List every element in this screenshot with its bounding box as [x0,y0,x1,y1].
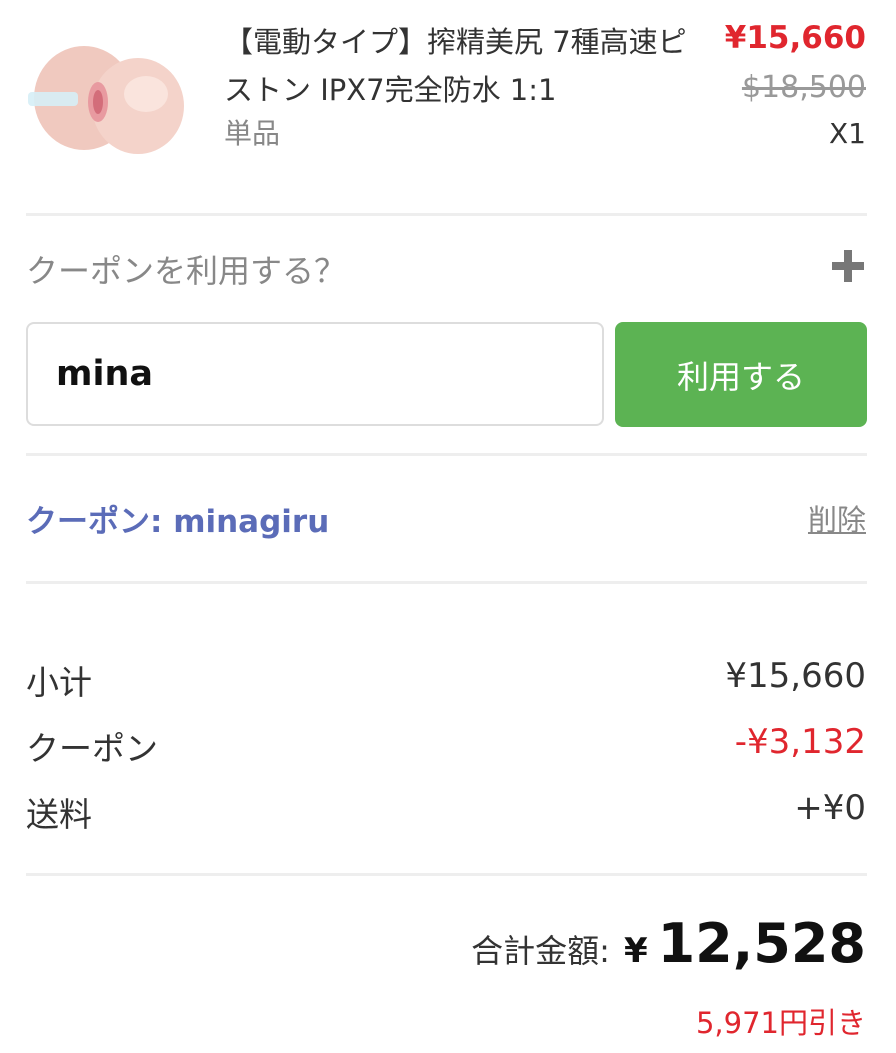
product-quantity: X1 [829,117,866,150]
shipping-label: 送料 [26,795,92,834]
total-currency: ¥ [623,931,648,971]
product-original-price: $18,500 [741,70,866,105]
divider [26,581,867,584]
subtotal-label: 小计 [26,663,92,702]
subtotal-value: ¥15,660 [725,656,866,696]
divider [26,453,867,456]
shipping-value: +¥0 [794,788,866,828]
coupon-toggle-label[interactable]: クーポンを利用する？ [26,246,346,292]
remove-coupon-link[interactable]: 削除 [808,497,866,539]
product-thumbnail[interactable] [26,36,184,156]
total-label: 合計金額: [471,932,610,970]
product-price: ¥15,660 [724,20,866,56]
divider [26,873,867,876]
total-value: 12,528 [657,912,866,975]
product-variant: 単品 [224,117,281,150]
apply-coupon-button[interactable]: 利用する [615,322,867,427]
order-total: 合計金額: ¥12,528 [471,912,866,975]
applied-coupon-label: クーポン: minagiru [26,504,330,540]
divider [26,213,867,216]
coupon-discount-label: クーポン [26,729,158,768]
coupon-code-input[interactable] [26,322,604,426]
coupon-discount-value: -¥3,132 [734,722,866,762]
savings-text: 5,971円引き [695,1006,866,1040]
product-title[interactable]: 【電動タイプ】搾精美尻 7種高速ピストン IPX7完全防水 1:1 [224,18,694,114]
plus-icon[interactable] [830,248,866,284]
